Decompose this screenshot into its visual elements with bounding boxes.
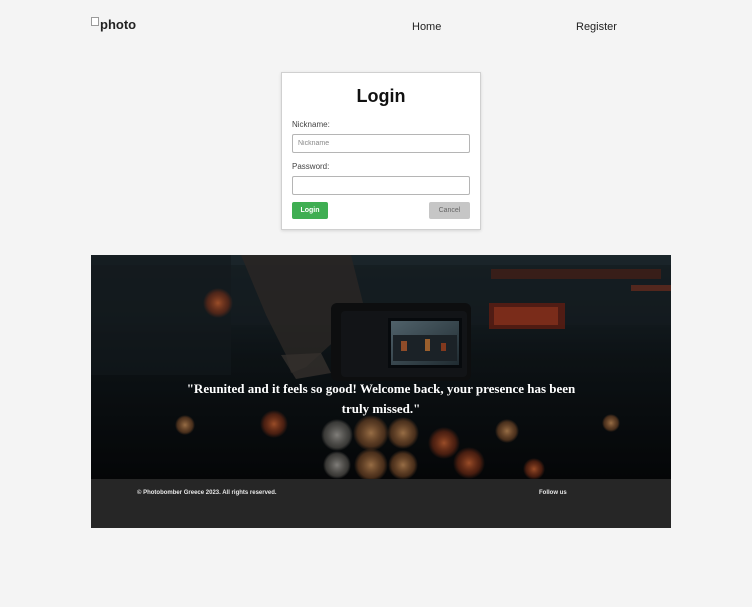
login-title: Login: [356, 86, 406, 106]
login-button[interactable]: Login: [292, 202, 328, 219]
cancel-button[interactable]: Cancel: [429, 202, 470, 219]
broken-image-icon: [91, 17, 99, 26]
footer-follow-us: Follow us: [539, 490, 567, 496]
footer-copyright: © Photobomber Greece 2023. All rights re…: [137, 490, 277, 496]
site-footer: © Photobomber Greece 2023. All rights re…: [91, 479, 671, 528]
nav-register-link[interactable]: Register: [576, 21, 617, 33]
login-form: Login Nickname: Password: Login Cancel: [281, 72, 481, 230]
nickname-label: Nickname:: [292, 120, 330, 129]
hero-quote: "Reunited and it feels so good! Welcome …: [186, 381, 576, 416]
password-label: Password:: [292, 162, 330, 171]
nickname-input[interactable]: [292, 134, 470, 153]
logo-alt-text: photo: [100, 17, 137, 32]
hero-background-image: [91, 255, 671, 479]
hero-banner: "Reunited and it feels so good! Welcome …: [91, 255, 671, 479]
logo-broken-image[interactable]: photo: [91, 17, 136, 32]
nav-home-link[interactable]: Home: [412, 21, 441, 33]
site-header: photo Home Register: [0, 0, 752, 56]
password-input[interactable]: [292, 176, 470, 195]
